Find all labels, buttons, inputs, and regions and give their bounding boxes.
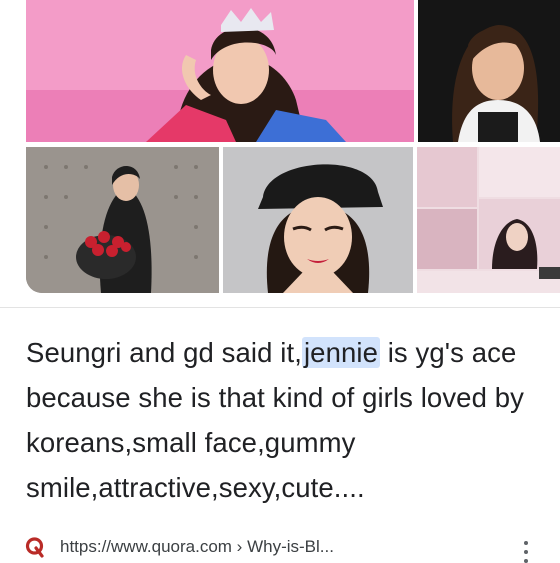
- image-thumbnail-1[interactable]: [26, 0, 414, 142]
- source-url: https://www.quora.com › Why-is-Bl...: [60, 537, 334, 556]
- snippet-text: Seungri and gd said it,jennie is yg's ac…: [26, 330, 551, 510]
- quora-icon: [22, 534, 48, 560]
- source-link[interactable]: https://www.quora.com › Why-is-Bl...: [22, 534, 560, 560]
- image-grid: [0, 0, 560, 293]
- snippet-before: Seungri and gd said it,: [26, 337, 302, 368]
- dot: [524, 541, 528, 545]
- dot: [524, 550, 528, 554]
- image-thumbnail-5[interactable]: [417, 147, 560, 293]
- image-thumbnail-2[interactable]: [418, 0, 560, 142]
- image-thumbnail-3[interactable]: [26, 147, 219, 293]
- image-thumbnail-4[interactable]: [223, 147, 413, 293]
- snippet-highlight: jennie: [301, 337, 380, 368]
- divider: [0, 307, 560, 308]
